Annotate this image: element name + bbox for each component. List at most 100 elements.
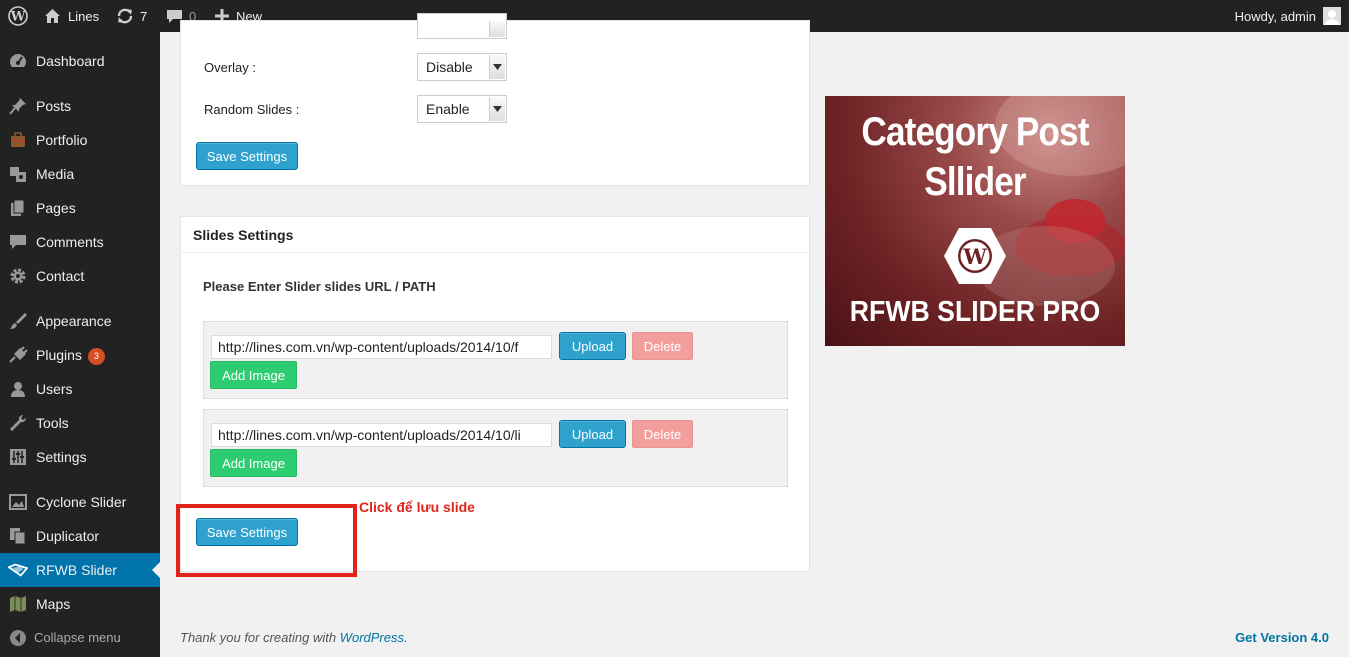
sidebar-item-settings[interactable]: Settings — [0, 440, 160, 474]
duplicate-icon — [8, 527, 28, 545]
admin-sidebar: Dashboard Posts Portfolio Media Pages Co… — [0, 32, 160, 657]
chevron-down-icon — [489, 21, 505, 37]
sidebar-item-label: Pages — [36, 200, 76, 216]
svg-text:W: W — [10, 10, 26, 25]
sidebar-item-media[interactable]: Media — [0, 157, 160, 191]
delete-button[interactable]: Delete — [632, 332, 693, 360]
annotation-text: Click để lưu slide — [359, 499, 475, 515]
gear-icon — [8, 267, 28, 285]
slides-settings-title: Slides Settings — [193, 227, 294, 243]
sidebar-item-portfolio[interactable]: Portfolio — [0, 123, 160, 157]
image-icon — [8, 493, 28, 511]
chevron-down-icon — [489, 55, 505, 79]
pages-icon — [8, 199, 28, 217]
sidebar-item-label: Settings — [36, 449, 87, 465]
account-menu[interactable]: Howdy, admin — [1235, 0, 1341, 32]
slide-row: http://lines.com.vn/wp-content/uploads/2… — [203, 409, 788, 487]
sidebar-item-label: Plugins 3 — [36, 347, 105, 365]
footer-thanks-suffix: . — [404, 630, 408, 645]
greeting: Howdy, admin — [1234, 8, 1316, 24]
site-name-link[interactable]: Lines — [44, 0, 99, 32]
delete-button[interactable]: Delete — [632, 420, 693, 448]
banner-title-line2: Sllider — [924, 160, 1026, 204]
sidebar-item-label: Tools — [36, 415, 69, 431]
sidebar-item-label: Cyclone Slider — [36, 494, 127, 510]
sliders-icon — [8, 448, 28, 466]
add-image-button[interactable]: Add Image — [210, 361, 297, 389]
general-settings-box: Overlay : Disable Random Slides : Enable… — [180, 13, 810, 186]
updates-link[interactable]: 7 — [116, 0, 147, 32]
slide-row: http://lines.com.vn/wp-content/uploads/2… — [203, 321, 788, 399]
home-icon — [44, 8, 61, 24]
sidebar-item-label: Media — [36, 166, 75, 182]
overlay-value: Disable — [426, 59, 473, 75]
annotation-highlight-box — [176, 504, 357, 577]
banner-title-line1: Category Post — [861, 110, 1089, 154]
collapse-arrow-icon — [8, 629, 28, 647]
promo-banner[interactable]: Category Post Sllider W RFWB SLIDER PRO — [825, 96, 1125, 346]
updates-icon — [116, 7, 134, 25]
wordpress-link[interactable]: WordPress — [340, 630, 404, 645]
footer-thanks: Thank you for creating with WordPress. — [180, 630, 408, 645]
upload-button[interactable]: Upload — [559, 420, 626, 448]
slide-url-input[interactable]: http://lines.com.vn/wp-content/uploads/2… — [211, 335, 552, 359]
wrench-icon — [8, 414, 28, 432]
chevron-down-icon — [489, 97, 505, 121]
sidebar-item-rfwb-slider[interactable]: RFWB Slider — [0, 553, 160, 587]
comment-icon — [8, 233, 28, 251]
sidebar-item-users[interactable]: Users — [0, 372, 160, 406]
random-slides-label: Random Slides : — [204, 102, 300, 117]
sidebar-item-label: Posts — [36, 98, 72, 114]
pin-icon — [8, 97, 28, 115]
sidebar-item-label: Appearance — [36, 313, 112, 329]
sidebar-item-pages[interactable]: Pages — [0, 191, 160, 225]
updates-count: 7 — [140, 8, 148, 24]
slider-icon — [8, 561, 28, 579]
random-slides-select[interactable]: Enable — [417, 95, 507, 123]
sidebar-item-tools[interactable]: Tools — [0, 406, 160, 440]
plugins-label: Plugins — [36, 347, 82, 363]
dashboard-icon — [8, 52, 28, 70]
wordpress-logo-icon[interactable]: W — [8, 0, 28, 32]
brush-icon — [8, 312, 28, 330]
overlay-label: Overlay : — [204, 60, 257, 75]
slides-instruction: Please Enter Slider slides URL / PATH — [203, 279, 436, 294]
upload-button[interactable]: Upload — [559, 332, 626, 360]
sidebar-item-dashboard[interactable]: Dashboard — [0, 44, 160, 78]
sidebar-item-label: RFWB Slider — [36, 562, 117, 578]
sidebar-item-cyclone-slider[interactable]: Cyclone Slider — [0, 485, 160, 519]
collapse-label: Collapse menu — [34, 630, 121, 645]
sidebar-item-plugins[interactable]: Plugins 3 — [0, 338, 160, 372]
banner-subtitle: RFWB SLIDER PRO — [849, 296, 1101, 328]
plugins-update-badge: 3 — [87, 348, 105, 365]
site-name: Lines — [68, 8, 100, 24]
sidebar-item-posts[interactable]: Posts — [0, 89, 160, 123]
sidebar-item-label: Portfolio — [36, 132, 88, 148]
sidebar-item-label: Maps — [36, 596, 71, 612]
sidebar-item-contact[interactable]: Contact — [0, 259, 160, 293]
footer-thanks-prefix: Thank you for creating with — [180, 630, 337, 645]
previous-setting-select[interactable] — [417, 13, 507, 39]
overlay-select[interactable]: Disable — [417, 53, 507, 81]
collapse-menu-button[interactable]: Collapse menu — [0, 621, 160, 655]
sidebar-item-label: Users — [36, 381, 73, 397]
get-version-link[interactable]: Get Version 4.0 — [1235, 630, 1329, 645]
svg-text:W: W — [962, 244, 987, 269]
sidebar-item-maps[interactable]: Maps — [0, 587, 160, 621]
save-settings-button-top[interactable]: Save Settings — [196, 142, 298, 170]
plugin-icon — [8, 346, 28, 364]
media-icon — [8, 165, 28, 183]
slides-settings-header: Slides Settings — [181, 217, 809, 253]
sidebar-item-label: Contact — [36, 268, 85, 284]
map-icon — [8, 595, 28, 613]
sidebar-item-comments[interactable]: Comments — [0, 225, 160, 259]
sidebar-item-label: Comments — [36, 234, 104, 250]
briefcase-icon — [8, 131, 28, 149]
sidebar-item-label: Dashboard — [36, 53, 105, 69]
add-image-button[interactable]: Add Image — [210, 449, 297, 477]
sidebar-item-duplicator[interactable]: Duplicator — [0, 519, 160, 553]
random-slides-value: Enable — [426, 101, 470, 117]
sidebar-item-appearance[interactable]: Appearance — [0, 304, 160, 338]
sidebar-item-label: Duplicator — [36, 528, 100, 544]
slide-url-input[interactable]: http://lines.com.vn/wp-content/uploads/2… — [211, 423, 552, 447]
